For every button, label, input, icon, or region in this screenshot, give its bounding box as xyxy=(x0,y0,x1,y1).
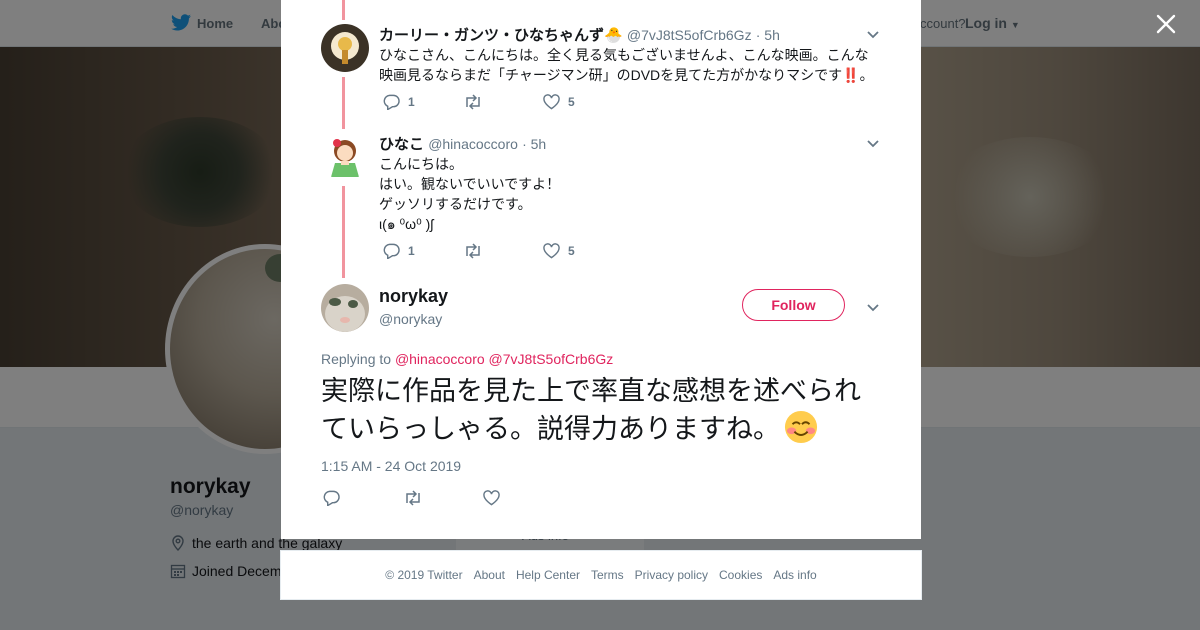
retweet-icon[interactable] xyxy=(403,490,423,506)
display-name[interactable]: norykay xyxy=(379,286,448,307)
reply-action[interactable] xyxy=(323,490,403,506)
tweet-text: ひなこさん、こんにちは。全く見る気もございませんよ、こんな映画。こんな 映画見る… xyxy=(379,47,874,83)
display-name[interactable]: カーリー・ガンツ・ひなちゃんず🐣 xyxy=(379,27,623,44)
like-action[interactable] xyxy=(483,490,563,506)
tweet-text: こんにちは。 はい。観ないでいいですよ！ ゲッソリするだけです。 ι(๑ ⁰ω⁰… xyxy=(379,156,561,232)
reply-action[interactable]: 1 xyxy=(383,243,463,259)
follow-button[interactable]: Follow xyxy=(742,289,845,321)
user-handle[interactable]: @hinacoccoro xyxy=(428,136,518,152)
modal-footer: © 2019 Twitter About Help Center Terms P… xyxy=(280,550,922,600)
heart-icon[interactable] xyxy=(543,94,560,110)
tweet-time[interactable]: · 5h xyxy=(756,27,780,43)
chevron-down-icon[interactable] xyxy=(865,135,881,151)
close-modal-button[interactable] xyxy=(1150,8,1182,40)
retweet-action[interactable] xyxy=(463,94,543,110)
heart-icon[interactable] xyxy=(483,490,500,506)
main-tweet-text: 実際に作品を見た上で率直な感想を述べられ ていらっしゃる。説得力ありますね。 xyxy=(321,376,861,445)
reply-count: 1 xyxy=(408,95,415,109)
main-tweet: norykay @norykay Follow Replying to @hin… xyxy=(321,284,881,514)
footer-ads-info-link[interactable]: Ads info xyxy=(773,568,816,582)
like-count: 5 xyxy=(568,244,575,258)
replying-to-line: Replying to @hinacoccoro @7vJ8tS5ofCrb6G… xyxy=(321,351,614,367)
tweet-actions: 1 5 xyxy=(383,94,623,110)
user-handle[interactable]: @norykay xyxy=(379,311,442,327)
reply-icon[interactable] xyxy=(323,490,340,506)
reply-tweet[interactable]: カーリー・ガンツ・ひなちゃんず🐣 @7vJ8tS5ofCrb6Gz · 5h ひ… xyxy=(321,24,881,124)
retweet-action[interactable] xyxy=(403,490,483,506)
mention-link[interactable]: @7vJ8tS5ofCrb6Gz xyxy=(489,351,614,367)
user-avatar[interactable] xyxy=(321,133,369,181)
footer-privacy-link[interactable]: Privacy policy xyxy=(635,568,708,582)
retweet-icon[interactable] xyxy=(463,243,483,259)
tweet-header: ひなこ @hinacoccoro · 5h xyxy=(379,133,546,154)
like-count: 5 xyxy=(568,95,575,109)
tweet-actions xyxy=(323,490,563,506)
footer-about-link[interactable]: About xyxy=(474,568,505,582)
reply-count: 1 xyxy=(408,244,415,258)
heart-icon[interactable] xyxy=(543,243,560,259)
reply-tweet[interactable]: ひなこ @hinacoccoro · 5h こんにちは。 はい。観ないでいいです… xyxy=(321,133,881,273)
tweet-permalink-modal: カーリー・ガンツ・ひなちゃんず🐣 @7vJ8tS5ofCrb6Gz · 5h ひ… xyxy=(281,0,921,539)
mention-link[interactable]: @hinacoccoro xyxy=(395,351,485,367)
user-avatar[interactable] xyxy=(321,24,369,72)
display-name[interactable]: ひなこ xyxy=(379,136,424,153)
user-handle[interactable]: @7vJ8tS5ofCrb6Gz xyxy=(627,27,752,43)
chevron-down-icon[interactable] xyxy=(865,26,881,42)
tweet-actions: 1 5 xyxy=(383,243,623,259)
like-action[interactable]: 5 xyxy=(543,94,623,110)
tweet-time[interactable]: · 5h xyxy=(522,136,546,152)
thread-connector-line xyxy=(342,0,345,20)
reply-icon[interactable] xyxy=(383,243,400,259)
close-icon[interactable] xyxy=(1156,14,1176,34)
footer-help-center-link[interactable]: Help Center xyxy=(516,568,580,582)
reply-icon[interactable] xyxy=(383,94,400,110)
copyright-text: © 2019 Twitter xyxy=(385,568,463,582)
footer-cookies-link[interactable]: Cookies xyxy=(719,568,762,582)
smiling-face-emoji-icon xyxy=(784,410,818,444)
like-action[interactable]: 5 xyxy=(543,243,623,259)
chevron-down-icon[interactable] xyxy=(865,299,881,315)
retweet-action[interactable] xyxy=(463,243,543,259)
tweet-header: カーリー・ガンツ・ひなちゃんず🐣 @7vJ8tS5ofCrb6Gz · 5h xyxy=(379,24,780,45)
tweet-timestamp[interactable]: 1:15 AM - 24 Oct 2019 xyxy=(321,458,461,474)
retweet-icon[interactable] xyxy=(463,94,483,110)
user-avatar[interactable] xyxy=(321,284,369,332)
footer-terms-link[interactable]: Terms xyxy=(591,568,624,582)
reply-action[interactable]: 1 xyxy=(383,94,463,110)
